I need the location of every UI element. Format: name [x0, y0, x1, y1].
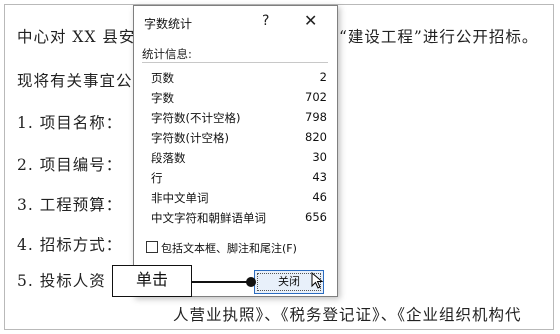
stat-label: 段落数	[151, 151, 186, 165]
help-icon[interactable]: ?	[262, 13, 269, 29]
callout-leader-line	[192, 281, 250, 283]
include-textbox-checkbox[interactable]: 包括文本框、脚注和尾注(F)	[146, 240, 297, 256]
divider	[142, 62, 328, 63]
stat-row-nonchinese-words: 非中文单词 46	[151, 190, 327, 208]
stat-label: 页数	[151, 71, 174, 85]
stat-value: 656	[305, 210, 327, 224]
stat-label: 非中文单词	[151, 191, 209, 205]
checkbox-label: 包括文本框、脚注和尾注(F)	[161, 242, 297, 255]
doc-line-3: 1. 项目名称：	[17, 114, 123, 132]
close-icon[interactable]: ✕	[304, 11, 317, 30]
stat-value: 30	[312, 150, 327, 164]
stat-row-pages: 页数 2	[151, 70, 327, 88]
click-callout: 单击	[112, 265, 192, 297]
stat-value: 43	[312, 170, 327, 184]
stat-value: 702	[305, 90, 327, 104]
stat-row-paragraphs: 段落数 30	[151, 150, 327, 168]
dialog-title: 字数统计	[144, 17, 193, 31]
mouse-cursor-icon	[311, 272, 324, 289]
doc-line-2: 现将有关事宜公	[17, 72, 133, 90]
document-page: 中心对 XX 县安 “建设工程”进行公开招标。 现将有关事宜公 1. 项目名称：…	[4, 4, 554, 330]
word-count-dialog: 字数统计 ? ✕ 统计信息: 页数 2 字数 702 字符数(不计空格) 798…	[133, 5, 338, 297]
stat-value: 2	[319, 70, 327, 84]
stat-row-cjk-chars: 中文字符和朝鲜语单词 656	[151, 210, 327, 228]
stat-row-words: 字数 702	[151, 90, 327, 108]
doc-line-6: 4. 招标方式：	[17, 236, 123, 254]
stat-label: 中文字符和朝鲜语单词	[151, 211, 266, 225]
doc-line-4: 2. 项目编号：	[17, 156, 123, 174]
stat-row-lines: 行 43	[151, 170, 327, 188]
stat-value: 798	[305, 110, 327, 124]
stats-section-label: 统计信息:	[142, 47, 192, 61]
doc-line-1: 中心对 XX 县安	[17, 28, 136, 46]
stat-label: 字符数(计空格)	[151, 131, 229, 145]
stat-label: 行	[151, 171, 163, 185]
doc-line-5: 3. 工程预算：	[17, 196, 123, 214]
stat-row-chars-space: 字符数(计空格) 820	[151, 130, 327, 148]
doc-line-1-right: “建设工程”进行公开招标。	[339, 28, 539, 46]
checkbox-box[interactable]	[146, 241, 158, 253]
stat-label: 字数	[151, 91, 174, 105]
stat-label: 字符数(不计空格)	[151, 111, 241, 125]
doc-line-8: 人营业执照》、《税务登记证》、《企业组织机构代	[173, 306, 522, 324]
stat-value: 46	[312, 190, 327, 204]
stat-value: 820	[305, 130, 327, 144]
callout-dot	[246, 277, 256, 287]
stat-row-chars-nospace: 字符数(不计空格) 798	[151, 110, 327, 128]
dialog-titlebar[interactable]: 字数统计 ? ✕	[134, 6, 337, 40]
doc-line-7: 5. 投标人资	[17, 272, 106, 290]
